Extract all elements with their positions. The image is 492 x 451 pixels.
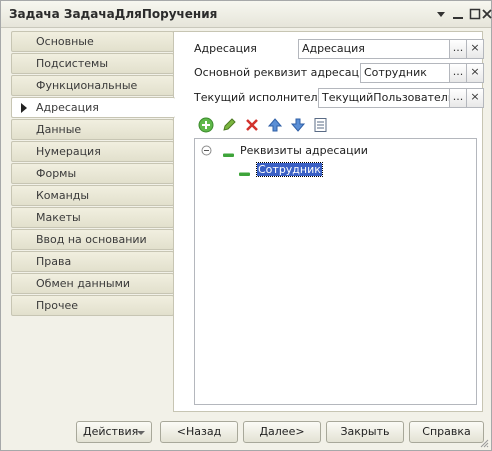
sidebar-item-data[interactable]: Данные (11, 119, 174, 140)
sidebar-item-commands[interactable]: Команды (11, 185, 174, 206)
collapse-icon[interactable] (201, 145, 212, 159)
sidebar-item-label: Прочее (36, 299, 79, 312)
sidebar-item-functional-options[interactable]: Функциональные опции (11, 75, 174, 111)
sidebar-item-addressing[interactable]: Адресация (11, 97, 175, 118)
menu-arrow-icon[interactable] (433, 6, 449, 22)
sidebar-item-subsystems[interactable]: Подсистемы (11, 53, 174, 74)
sidebar-item-label: Формы (36, 167, 77, 180)
main-attribute-select-button[interactable]: ... (450, 63, 467, 83)
window-title: Задача ЗадачаДляПоручения (9, 7, 218, 21)
addressing-attributes-tree[interactable]: Реквизиты адресации Сотрудник (194, 138, 477, 405)
performer-clear-button[interactable]: × (467, 88, 484, 108)
title-bar: Задача ЗадачаДляПоручения (1, 1, 492, 28)
main-attribute-label: Основной реквизит адресации (194, 66, 374, 79)
sidebar-item-label: Права (36, 255, 72, 268)
actions-button[interactable]: Действия (76, 421, 152, 443)
next-button[interactable]: Далее> (243, 421, 321, 443)
main-attribute-clear-button[interactable]: × (467, 63, 484, 83)
maximize-icon[interactable] (467, 6, 483, 22)
sidebar-item-label: Адресация (36, 101, 99, 114)
close-icon[interactable] (482, 6, 492, 22)
move-up-icon[interactable] (266, 116, 284, 134)
performer-label: Текущий исполнитель (194, 91, 324, 104)
addressing-select-button[interactable]: ... (450, 39, 467, 59)
sidebar-item-templates[interactable]: Макеты (11, 207, 174, 228)
sidebar-item-label: Данные (36, 123, 82, 136)
sidebar-item-label: Макеты (36, 211, 81, 224)
attribute-group-icon (223, 148, 235, 161)
sidebar-nav: Основные Подсистемы Функциональные опции… (11, 31, 175, 319)
move-down-icon[interactable] (289, 116, 307, 134)
back-button[interactable]: <Назад (160, 421, 238, 443)
sidebar-item-label: Подсистемы (36, 57, 109, 70)
sidebar-item-rights[interactable]: Права (11, 251, 174, 272)
close-button[interactable]: Закрыть (326, 421, 404, 443)
current-item-marker-icon (21, 103, 27, 113)
minimize-icon[interactable] (450, 6, 466, 22)
resize-grip-icon[interactable] (479, 438, 489, 448)
sidebar-item-forms[interactable]: Формы (11, 163, 174, 184)
list-icon[interactable] (312, 116, 330, 134)
actions-button-label: Действия (83, 425, 139, 438)
sidebar-item-label: Основные (36, 35, 94, 48)
sidebar-item-label: Ввод на основании (36, 233, 147, 246)
addressing-clear-button[interactable]: × (467, 39, 484, 59)
performer-field[interactable]: ТекущийПользователь (318, 88, 450, 108)
addressing-label: Адресация (194, 42, 257, 55)
addressing-panel: Адресация Адресация ... × Основной рекви… (173, 31, 484, 412)
sidebar-item-basic[interactable]: Основные (11, 31, 174, 52)
edit-icon[interactable] (220, 116, 238, 134)
sidebar-item-data-exchange[interactable]: Обмен данными (11, 273, 174, 294)
help-button[interactable]: Справка (409, 421, 484, 443)
sidebar-item-input-on-basis[interactable]: Ввод на основании (11, 229, 174, 250)
sidebar-item-label: Нумерация (36, 145, 101, 158)
sidebar-item-other[interactable]: Прочее (11, 295, 174, 316)
add-icon[interactable] (197, 116, 215, 134)
tree-root-row[interactable]: Реквизиты адресации (201, 143, 401, 159)
tree-item-label: Сотрудник (256, 162, 323, 177)
sidebar-item-label: Обмен данными (36, 277, 131, 290)
chevron-down-icon (137, 431, 145, 435)
performer-select-button[interactable]: ... (450, 88, 467, 108)
tree-item-row[interactable]: Сотрудник (239, 162, 439, 178)
sidebar-item-numbering[interactable]: Нумерация (11, 141, 174, 162)
sidebar-item-label: Команды (36, 189, 90, 202)
attribute-icon (239, 167, 251, 180)
delete-icon[interactable] (243, 116, 261, 134)
configuration-window: Задача ЗадачаДляПоручения Основные Подси… (0, 0, 492, 451)
main-attribute-field[interactable]: Сотрудник (360, 63, 450, 83)
addressing-field[interactable]: Адресация (298, 39, 450, 59)
tree-root-label: Реквизиты адресации (240, 144, 368, 157)
